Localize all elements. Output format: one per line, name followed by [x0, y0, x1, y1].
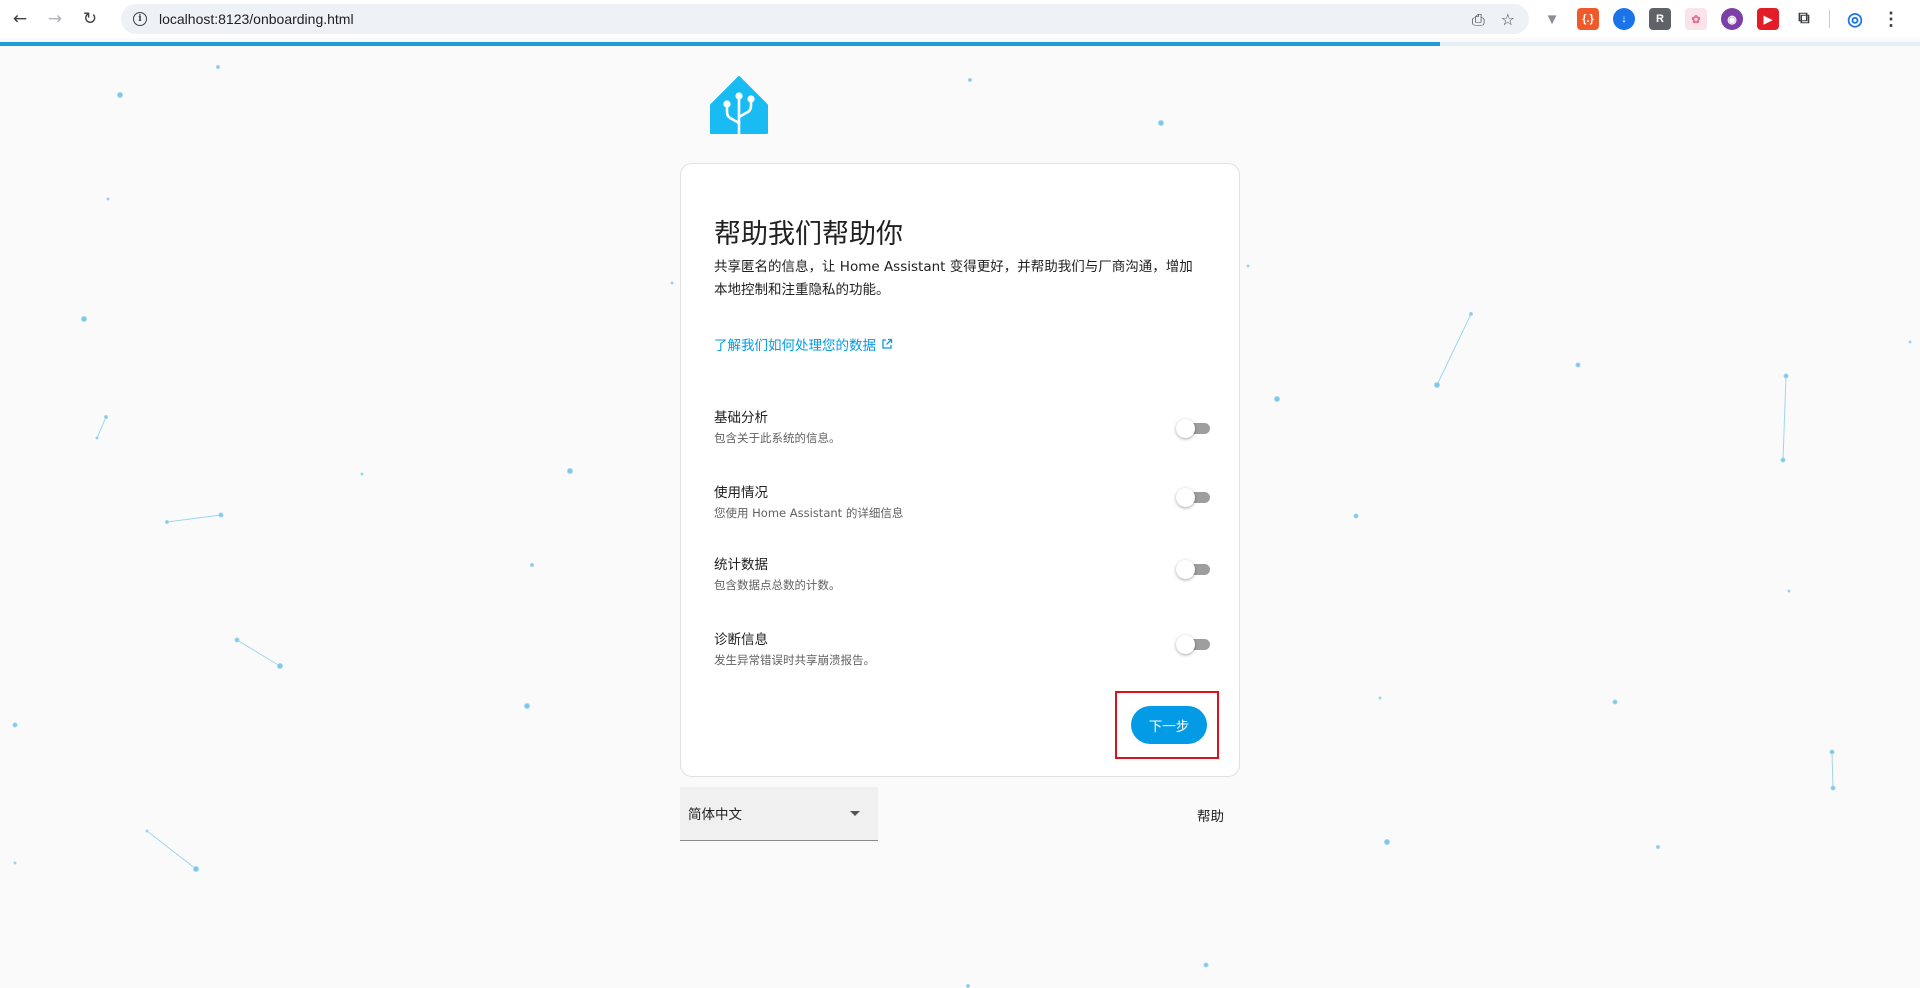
option-description: 包含数据点总数的计数。 — [714, 578, 841, 592]
card-description: 共享匿名的信息，让 Home Assistant 变得更好，并帮助我们与厂商沟通… — [714, 259, 1193, 298]
reload-icon[interactable]: ↻ — [75, 4, 105, 34]
onboarding-card: 帮助我们帮助你 共享匿名的信息，让 Home Assistant 变得更好，并帮… — [680, 163, 1240, 777]
toggle-knob[interactable] — [1176, 419, 1195, 438]
back-icon[interactable]: ← — [5, 4, 35, 34]
circle-extension-icon[interactable]: ◉ — [1721, 8, 1743, 30]
browser-menu-icon[interactable]: ⋮ — [1880, 8, 1902, 30]
option-statistics: 统计数据 包含数据点总数的计数。 — [714, 553, 1214, 597]
next-button[interactable]: 下一步 — [1131, 706, 1207, 744]
install-app-icon[interactable]: ⎙ — [1472, 10, 1485, 30]
bookmark-star-icon[interactable]: ☆ — [1501, 10, 1515, 30]
extensions-puzzle-icon[interactable]: ⧉ — [1793, 8, 1815, 30]
usage-toggle[interactable] — [1176, 487, 1214, 507]
option-usage: 使用情况 您使用 Home Assistant 的详细信息 — [714, 481, 1214, 525]
address-bar[interactable]: i localhost:8123/onboarding.html ⎙ ☆ — [121, 4, 1529, 34]
forward-icon[interactable]: → — [40, 4, 70, 34]
toggle-knob[interactable] — [1176, 560, 1195, 579]
page-title: 帮助我们帮助你 — [714, 219, 903, 250]
vue-devtools-icon[interactable]: ▼ — [1541, 8, 1563, 30]
option-basic-analytics: 基础分析 包含关于此系统的信息。 — [714, 406, 1214, 450]
browser-toolbar: ← → ↻ i localhost:8123/onboarding.html ⎙… — [0, 0, 1920, 38]
option-description: 发生异常错误时共享崩溃报告。 — [714, 653, 875, 667]
toggle-knob[interactable] — [1176, 635, 1195, 654]
r-extension-icon[interactable]: R — [1649, 8, 1671, 30]
language-select-value[interactable]: 简体中文 — [688, 803, 742, 823]
help-link[interactable]: 帮助 — [1197, 805, 1224, 825]
profile-avatar-icon[interactable]: ◎ — [1844, 8, 1866, 30]
data-usage-link-label[interactable]: 了解我们如何处理您的数据 — [714, 334, 876, 354]
option-title: 使用情况 — [714, 485, 768, 501]
json-extension-icon[interactable]: {.} — [1577, 8, 1599, 30]
option-description: 您使用 Home Assistant 的详细信息 — [714, 506, 904, 520]
extensions-bar: ▼ {.} ↓ R ✿ ◉ ▶ ⧉ ◎ ⋮ — [1541, 8, 1902, 30]
data-usage-link[interactable]: 了解我们如何处理您的数据 — [714, 334, 893, 354]
option-title: 统计数据 — [714, 557, 768, 573]
site-info-icon[interactable]: i — [133, 12, 147, 26]
toolbar-divider — [1829, 10, 1830, 28]
onboarding-footer: 简体中文 帮助 — [680, 787, 1240, 843]
download-extension-icon[interactable]: ↓ — [1613, 8, 1635, 30]
video-extension-icon[interactable]: ▶ — [1757, 8, 1779, 30]
option-description: 包含关于此系统的信息。 — [714, 431, 841, 445]
external-link-icon — [882, 338, 893, 349]
home-assistant-logo-icon — [710, 76, 768, 134]
language-select[interactable]: 简体中文 — [680, 787, 878, 841]
diagnostics-toggle[interactable] — [1176, 634, 1214, 654]
option-diagnostics: 诊断信息 发生异常错误时共享崩溃报告。 — [714, 628, 1214, 672]
option-title: 基础分析 — [714, 410, 768, 426]
chevron-down-icon[interactable] — [850, 811, 860, 816]
toggle-knob[interactable] — [1176, 488, 1195, 507]
url-text[interactable]: localhost:8123/onboarding.html — [159, 11, 354, 27]
basic-analytics-toggle[interactable] — [1176, 418, 1214, 438]
statistics-toggle[interactable] — [1176, 559, 1214, 579]
anime-extension-icon[interactable]: ✿ — [1685, 8, 1707, 30]
option-title: 诊断信息 — [714, 632, 768, 648]
